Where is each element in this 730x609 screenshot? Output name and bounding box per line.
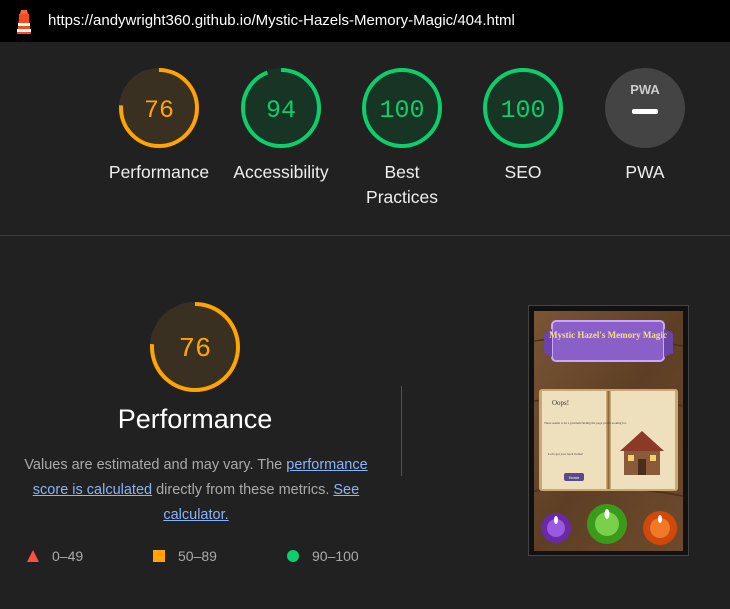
detail-score: 76 <box>179 335 211 365</box>
lighthouse-icon <box>17 10 31 34</box>
circle-icon <box>287 550 299 562</box>
desc-text: directly from these metrics. <box>152 482 334 498</box>
legend-label: 50–89 <box>178 548 217 564</box>
gauge-seo[interactable]: 100 <box>481 66 565 150</box>
gauge-performance[interactable]: 76 <box>117 66 201 150</box>
preview-body2: Let's get you back home! <box>548 452 583 456</box>
screenshot-image: Mystic Hazel's Memory Magic Oops! There … <box>534 311 683 551</box>
gauge-score: 100 <box>379 96 424 125</box>
legend-fail: 0–49 <box>26 548 83 564</box>
gauge-accessibility[interactable]: 94 <box>239 66 323 150</box>
detail-description: Values are estimated and may vary. The p… <box>14 453 378 528</box>
preview-home-button: Home <box>569 475 580 480</box>
section-divider <box>0 235 730 236</box>
url-bar: https://andywright360.github.io/Mystic-H… <box>0 0 730 42</box>
legend-pass: 90–100 <box>286 548 359 564</box>
pwa-badge-icon: PWA <box>630 82 660 97</box>
gauge-label-performance: Performance <box>108 162 210 182</box>
preview-body: There seems to be a problem finding the … <box>544 421 627 425</box>
page-screenshot-thumbnail[interactable]: Mystic Hazel's Memory Magic Oops! There … <box>528 305 689 556</box>
detail-gauge-performance: 76 <box>148 300 242 394</box>
legend-average: 50–89 <box>152 548 217 564</box>
dash-icon <box>632 109 658 114</box>
triangle-icon <box>27 550 39 562</box>
gauge-label-accessibility: Accessibility <box>233 162 329 182</box>
page-url[interactable]: https://andywright360.github.io/Mystic-H… <box>48 12 515 29</box>
gauge-label-best-practices: Best Practices <box>366 162 438 207</box>
square-icon <box>153 550 165 562</box>
desc-text: Values are estimated and may vary. The <box>24 457 287 473</box>
legend-label: 0–49 <box>52 548 84 564</box>
gauge-best-practices[interactable]: 100 <box>360 66 444 150</box>
preview-banner-text: Mystic Hazel's Memory Magic <box>549 330 667 340</box>
detail-title: Performance <box>117 404 273 434</box>
gauge-score: 94 <box>266 96 296 125</box>
gauge-score: 100 <box>500 96 545 125</box>
vertical-divider <box>401 386 402 476</box>
preview-heading: Oops! <box>552 399 569 407</box>
legend-label: 90–100 <box>312 548 359 564</box>
gauge-label-seo: SEO <box>504 162 542 182</box>
gauge-pwa[interactable]: PWA <box>603 66 687 150</box>
gauge-label-pwa: PWA <box>625 162 665 182</box>
gauge-score: 76 <box>144 96 174 125</box>
